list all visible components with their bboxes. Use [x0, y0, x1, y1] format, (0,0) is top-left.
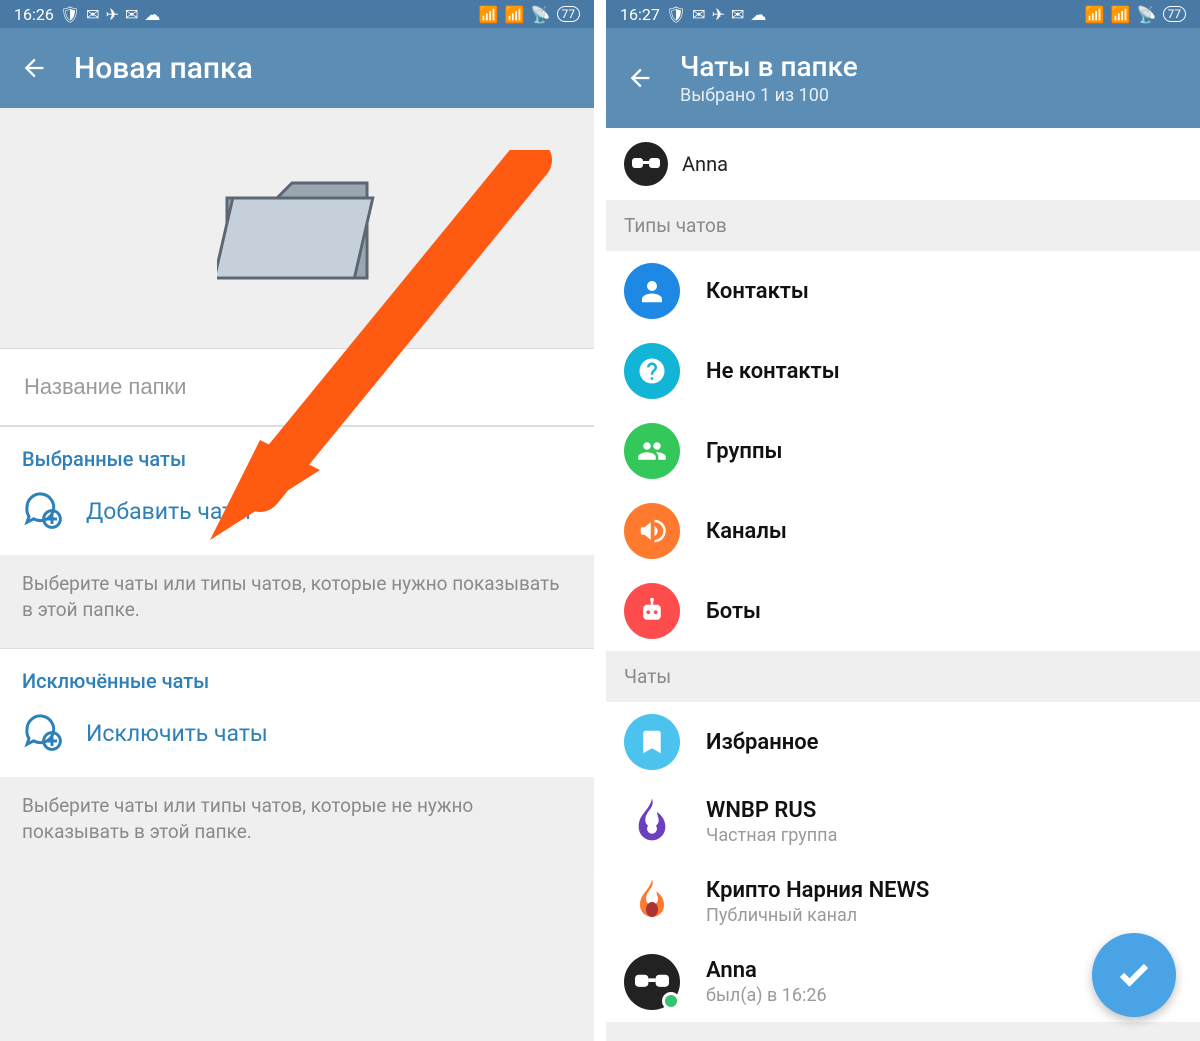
robot-icon	[624, 583, 680, 639]
bookmark-icon	[624, 714, 680, 770]
folder-icon	[217, 158, 377, 298]
chats-header: Чаты	[606, 651, 1200, 702]
chat-avatar	[624, 954, 680, 1010]
status-time: 16:26	[14, 5, 54, 24]
status-signal-icon: 📶	[1085, 5, 1105, 24]
chat-type-row[interactable]: Контакты	[606, 251, 1200, 331]
chat-title: Anna	[706, 958, 827, 983]
arrow-left-icon	[626, 64, 654, 92]
chat-type-row[interactable]: Боты	[606, 571, 1200, 651]
add-chats-button[interactable]: Добавить чаты	[0, 479, 594, 555]
status-mail-icon: ✉	[692, 5, 705, 24]
chat-type-row[interactable]: Каналы	[606, 491, 1200, 571]
chat-type-label: Не контакты	[706, 359, 840, 384]
chat-row[interactable]: WNBP RUS Частная группа	[606, 782, 1200, 862]
group-icon	[624, 423, 680, 479]
status-signal-icon: 📶	[479, 5, 499, 24]
chat-type-label: Каналы	[706, 519, 787, 544]
check-icon	[1116, 957, 1152, 993]
page-title: Новая папка	[74, 51, 253, 86]
chat-title: WNBP RUS	[706, 798, 837, 823]
chat-title: Избранное	[706, 730, 819, 755]
chat-row[interactable]: Крипто Нарния NEWS Публичный канал	[606, 862, 1200, 942]
status-time: 16:27	[620, 5, 660, 24]
status-mail2-icon: ✉	[731, 5, 744, 24]
chat-subtitle: был(а) в 16:26	[706, 985, 827, 1006]
excluded-header: Исключённые чаты	[0, 649, 594, 701]
selected-chip-row: Anna	[606, 128, 1200, 200]
status-bar: 16:26 🛡 ✉ ✈ ✉ ☁ 📶 📶 📡 77	[0, 0, 594, 28]
status-wifi-icon: 📡	[1137, 5, 1157, 24]
add-chat-icon	[22, 489, 62, 533]
folder-name-row[interactable]	[0, 348, 594, 426]
status-signal2-icon: 📶	[505, 5, 525, 24]
sunglasses-icon	[632, 156, 660, 172]
status-send-icon: ✈	[712, 5, 725, 24]
excluded-chats-section: Исключённые чаты Исключить чаты	[0, 648, 594, 777]
status-bar: 16:27 🛡 ✉ ✈ ✉ ☁ 📶 📶 📡 77	[606, 0, 1200, 28]
folder-illustration	[0, 108, 594, 348]
chat-title: Крипто Нарния NEWS	[706, 878, 929, 903]
back-button[interactable]	[618, 56, 662, 100]
status-send-icon: ✈	[106, 5, 119, 24]
selected-help: Выберите чаты или типы чатов, которые ну…	[0, 555, 594, 648]
chat-avatar	[624, 874, 680, 930]
chat-type-label: Группы	[706, 439, 782, 464]
selected-header: Выбранные чаты	[0, 427, 594, 479]
chat-row[interactable]: Избранное	[606, 702, 1200, 782]
status-mail2-icon: ✉	[125, 5, 138, 24]
chat-type-row[interactable]: Не контакты	[606, 331, 1200, 411]
app-bar: Чаты в папке Выбрано 1 из 100	[606, 28, 1200, 128]
chat-subtitle: Публичный канал	[706, 905, 929, 926]
chat-type-label: Боты	[706, 599, 761, 624]
exclude-chat-icon	[22, 711, 62, 755]
megaphone-icon	[624, 503, 680, 559]
status-cloud-icon: ☁	[144, 5, 160, 24]
exclude-chats-button[interactable]: Исключить чаты	[0, 701, 594, 777]
folder-name-input[interactable]	[22, 373, 572, 401]
status-mail-icon: ✉	[86, 5, 99, 24]
selected-chats-section: Выбранные чаты Добавить чаты	[0, 426, 594, 555]
screen-chats-in-folder: 16:27 🛡 ✉ ✈ ✉ ☁ 📶 📶 📡 77 Чаты в папке Вы…	[606, 0, 1200, 1041]
chat-types-header: Типы чатов	[606, 200, 1200, 251]
question-icon	[624, 343, 680, 399]
add-chats-label: Добавить чаты	[86, 498, 251, 525]
app-bar: Новая папка	[0, 28, 594, 108]
confirm-fab[interactable]	[1092, 933, 1176, 1017]
status-cloud-icon: ☁	[750, 5, 766, 24]
status-signal2-icon: 📶	[1111, 5, 1131, 24]
person-icon	[624, 263, 680, 319]
status-shield-icon: 🛡	[60, 5, 80, 24]
arrow-left-icon	[20, 54, 48, 82]
exclude-chats-label: Исключить чаты	[86, 720, 268, 747]
back-button[interactable]	[12, 46, 56, 90]
status-wifi-icon: 📡	[531, 5, 551, 24]
status-battery: 77	[1163, 6, 1187, 22]
chat-type-label: Контакты	[706, 279, 809, 304]
page-subtitle: Выбрано 1 из 100	[680, 85, 858, 106]
chat-avatar	[624, 794, 680, 850]
chip-name: Anna	[682, 152, 728, 176]
chip-avatar[interactable]	[624, 142, 668, 186]
status-battery: 77	[557, 6, 581, 22]
chat-type-row[interactable]: Группы	[606, 411, 1200, 491]
excluded-help: Выберите чаты или типы чатов, которые не…	[0, 777, 594, 870]
online-indicator	[662, 992, 680, 1010]
screen-new-folder: 16:26 🛡 ✉ ✈ ✉ ☁ 📶 📶 📡 77 Новая папка	[0, 0, 594, 1041]
chat-subtitle: Частная группа	[706, 825, 837, 846]
status-shield-icon: 🛡	[666, 5, 686, 24]
page-title: Чаты в папке	[680, 50, 858, 83]
